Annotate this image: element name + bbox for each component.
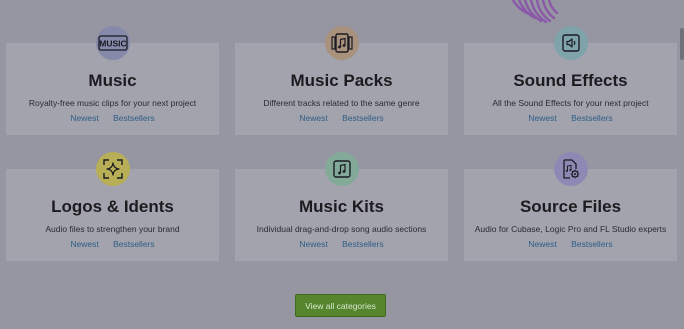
card-title: Music Kits (298, 197, 385, 216)
card-title: Logos & Idents (51, 197, 174, 216)
music-note-icon (324, 152, 359, 186)
card-description: Different tracks related to the same gen… (263, 98, 420, 108)
scrollbar-thumb[interactable] (680, 28, 684, 60)
sparkle-frame-icon (95, 152, 130, 186)
newest-link[interactable]: Newest (528, 239, 556, 249)
card-description: All the Sound Effects for your next proj… (492, 98, 649, 108)
card-title: Music Packs (290, 71, 393, 90)
card-description: Audio for Cubase, Logic Pro and FL Studi… (474, 224, 667, 234)
bestsellers-link[interactable]: Bestsellers (342, 113, 384, 123)
card-title: Sound Effects (513, 71, 628, 90)
card-title: Source Files (519, 197, 622, 216)
category-card-source-files[interactable]: Source Files Audio for Cubase, Logic Pro… (464, 152, 677, 261)
view-all-categories-button[interactable]: View all categories (295, 294, 386, 317)
card-description: Audio files to strengthen your brand (45, 224, 180, 234)
card-title: Music (88, 71, 137, 90)
music-pack-icon (324, 26, 359, 60)
card-description: Individual drag-and-drop song audio sect… (256, 224, 427, 234)
bestsellers-link[interactable]: Bestsellers (571, 239, 613, 249)
category-card-logos-idents[interactable]: Logos & Idents Audio files to strengthen… (6, 152, 219, 261)
newest-link[interactable]: Newest (299, 239, 327, 249)
newest-link[interactable]: Newest (528, 113, 556, 123)
bestsellers-link[interactable]: Bestsellers (113, 113, 155, 123)
music-text-icon: MUSIC (95, 26, 130, 60)
category-card-sound-effects[interactable]: Sound Effects All the Sound Effects for … (464, 26, 677, 135)
bestsellers-link[interactable]: Bestsellers (342, 239, 384, 249)
speaker-icon (553, 26, 588, 60)
category-card-music[interactable]: MUSIC Music Royalty-free music clips for… (6, 26, 219, 135)
bestsellers-link[interactable]: Bestsellers (571, 113, 613, 123)
decorative-waves (505, 0, 570, 26)
bestsellers-link[interactable]: Bestsellers (113, 239, 155, 249)
file-gear-icon (553, 152, 588, 186)
category-card-music-packs[interactable]: Music Packs Different tracks related to … (235, 26, 448, 135)
newest-link[interactable]: Newest (70, 239, 98, 249)
newest-link[interactable]: Newest (70, 113, 98, 123)
category-card-music-kits[interactable]: Music Kits Individual drag-and-drop song… (235, 152, 448, 261)
card-description: Royalty-free music clips for your next p… (28, 98, 197, 108)
svg-text:MUSIC: MUSIC (99, 39, 126, 49)
newest-link[interactable]: Newest (299, 113, 327, 123)
